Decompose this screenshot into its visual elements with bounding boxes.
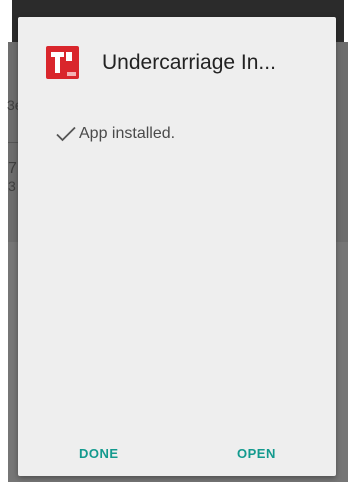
install-dialog: Undercarriage In... App installed. DONE … — [18, 17, 336, 476]
open-button[interactable]: OPEN — [237, 446, 276, 461]
screen: 3e 7 3 Undercarriage In... App installed… — [0, 0, 356, 482]
dialog-title: Undercarriage In... — [102, 50, 276, 74]
background-text: 7 — [8, 160, 17, 177]
app-icon — [46, 46, 79, 79]
done-button[interactable]: DONE — [79, 446, 119, 461]
background-text: 3 — [8, 178, 16, 194]
status-text: App installed. — [79, 125, 176, 142]
dialog-header: Undercarriage In... — [46, 46, 276, 79]
install-status: App installed. — [56, 125, 175, 143]
check-icon — [56, 126, 76, 142]
